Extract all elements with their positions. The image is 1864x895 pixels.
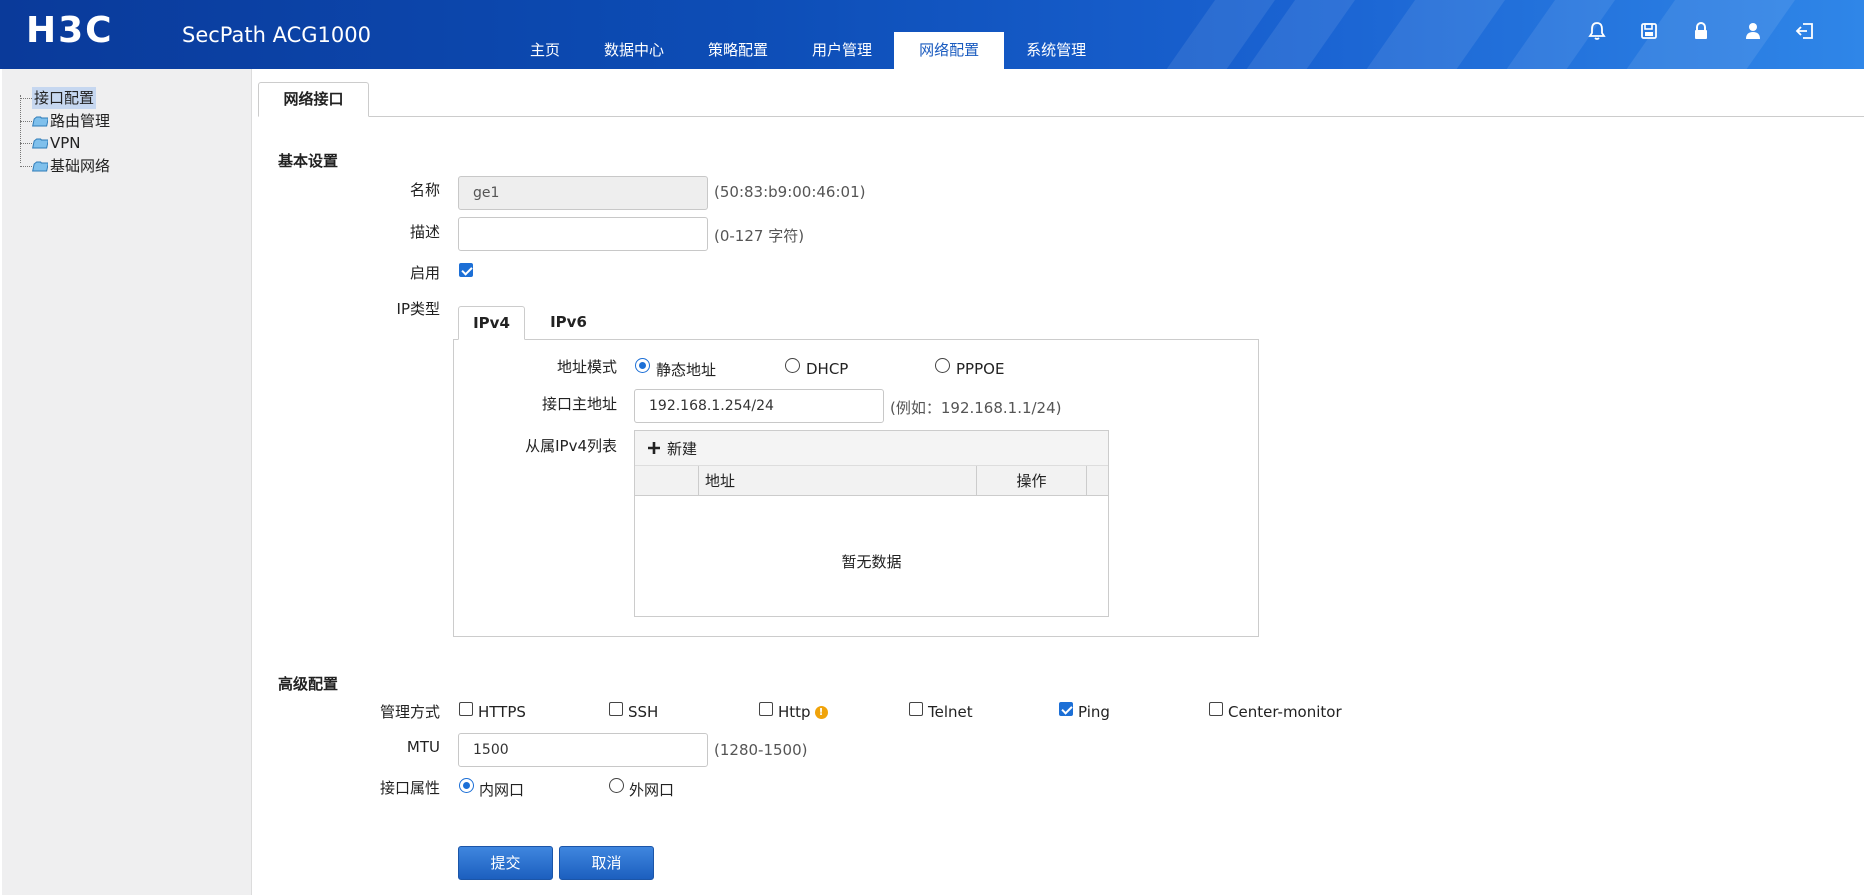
ssh-label: SSH bbox=[628, 703, 659, 721]
svg-text:H3C: H3C bbox=[26, 12, 114, 46]
primary-address-field[interactable]: 192.168.1.254/24 bbox=[634, 389, 884, 423]
folder-icon bbox=[32, 138, 48, 149]
pppoe-radio[interactable] bbox=[935, 358, 950, 373]
content-tabbar: 网络接口 bbox=[258, 82, 1864, 117]
nav-tree: 接口配置 路由管理 VPN 基础网络 bbox=[20, 87, 110, 177]
plus-icon bbox=[648, 442, 660, 454]
http-checkbox[interactable] bbox=[759, 702, 773, 716]
tree-item-vpn[interactable]: VPN bbox=[20, 132, 110, 155]
mtu-label: MTU bbox=[406, 738, 440, 756]
cancel-button[interactable]: 取消 bbox=[559, 846, 654, 880]
submit-button[interactable]: 提交 bbox=[458, 846, 553, 880]
telnet-checkbox[interactable] bbox=[909, 702, 923, 716]
table-header: 地址 操作 bbox=[635, 466, 1108, 496]
tree-item-label: 路由管理 bbox=[50, 111, 111, 130]
description-field[interactable] bbox=[458, 217, 708, 251]
top-header: H3C SecPath ACG1000 主页 数据中心 策略配置 用户管理 网络… bbox=[0, 0, 1864, 69]
tab-network-interface[interactable]: 网络接口 bbox=[258, 82, 369, 117]
secondary-ipv4-table: 新建 地址 操作 暂无数据 bbox=[634, 430, 1109, 617]
save-icon[interactable] bbox=[1638, 20, 1660, 42]
logout-icon[interactable] bbox=[1794, 20, 1816, 42]
table-toolbar: 新建 bbox=[635, 431, 1108, 466]
tab-ipv4[interactable]: IPv4 bbox=[458, 306, 525, 340]
lock-icon[interactable] bbox=[1690, 20, 1712, 42]
nav-policy-config[interactable]: 策略配置 bbox=[686, 32, 790, 69]
ping-checkbox[interactable] bbox=[1059, 702, 1073, 716]
address-mode-label: 地址模式 bbox=[556, 358, 617, 376]
center-monitor-checkbox[interactable] bbox=[1209, 702, 1223, 716]
internal-port-radio[interactable] bbox=[459, 778, 474, 793]
folder-icon bbox=[32, 116, 48, 127]
nav-system-management[interactable]: 系统管理 bbox=[1004, 32, 1108, 69]
product-name: SecPath ACG1000 bbox=[182, 23, 371, 47]
dhcp-radio[interactable] bbox=[785, 358, 800, 373]
enable-label: 启用 bbox=[409, 264, 440, 282]
tree-item-interface-config[interactable]: 接口配置 bbox=[20, 87, 110, 110]
mtu-field[interactable]: 1500 bbox=[458, 733, 708, 767]
external-port-radio[interactable] bbox=[609, 778, 624, 793]
primary-address-hint: (例如：192.168.1.1/24) bbox=[890, 399, 1062, 417]
sidebar: 接口配置 路由管理 VPN 基础网络 bbox=[2, 69, 252, 895]
http-label: Http bbox=[778, 703, 811, 721]
mtu-hint: (1280-1500) bbox=[714, 741, 808, 759]
main-nav: 主页 数据中心 策略配置 用户管理 网络配置 系统管理 bbox=[508, 32, 1108, 69]
http-option: Http! bbox=[778, 703, 828, 721]
enable-checkbox[interactable] bbox=[459, 263, 473, 277]
pppoe-label: PPPOE bbox=[956, 360, 1005, 378]
warning-icon[interactable]: ! bbox=[814, 706, 828, 719]
new-button[interactable]: 新建 bbox=[647, 438, 697, 459]
static-address-radio[interactable] bbox=[635, 358, 650, 373]
description-label: 描述 bbox=[409, 223, 440, 241]
empty-placeholder: 暂无数据 bbox=[841, 553, 902, 571]
ping-label: Ping bbox=[1078, 703, 1110, 721]
secondary-list-label: 从属IPv4列表 bbox=[525, 437, 617, 455]
dhcp-label: DHCP bbox=[806, 360, 849, 378]
https-label: HTTPS bbox=[478, 703, 526, 721]
primary-address-label: 接口主地址 bbox=[541, 395, 617, 413]
ssh-checkbox[interactable] bbox=[609, 702, 623, 716]
name-field: ge1 bbox=[458, 176, 708, 210]
internal-port-label: 内网口 bbox=[479, 781, 525, 799]
tree-item-label: 基础网络 bbox=[50, 156, 111, 175]
static-address-label: 静态地址 bbox=[656, 361, 717, 379]
h3c-logo: H3C bbox=[26, 12, 114, 46]
tree-item-basic-network[interactable]: 基础网络 bbox=[20, 155, 110, 178]
mac-hint: (50:83:b9:00:46:01) bbox=[714, 183, 866, 201]
interface-attribute-label: 接口属性 bbox=[379, 779, 440, 797]
telnet-label: Telnet bbox=[928, 703, 973, 721]
advanced-settings-title: 高级配置 bbox=[278, 675, 339, 693]
nav-data-center[interactable]: 数据中心 bbox=[582, 32, 686, 69]
bell-icon[interactable] bbox=[1586, 20, 1608, 42]
management-label: 管理方式 bbox=[379, 703, 440, 721]
center-monitor-label: Center-monitor bbox=[1228, 703, 1342, 721]
checkbox-column bbox=[635, 466, 699, 496]
name-label: 名称 bbox=[409, 181, 440, 199]
external-port-label: 外网口 bbox=[629, 781, 675, 799]
tree-item-label: 接口配置 bbox=[32, 87, 97, 110]
user-icon[interactable] bbox=[1742, 20, 1764, 42]
tree-item-route-management[interactable]: 路由管理 bbox=[20, 110, 110, 133]
action-column-header: 操作 bbox=[977, 466, 1087, 496]
https-checkbox[interactable] bbox=[459, 702, 473, 716]
tab-ipv6[interactable]: IPv6 bbox=[535, 306, 602, 340]
basic-settings-title: 基本设置 bbox=[278, 152, 339, 170]
folder-icon bbox=[32, 161, 48, 172]
nav-network-config[interactable]: 网络配置 bbox=[894, 32, 1005, 69]
address-column-header: 地址 bbox=[699, 466, 977, 496]
nav-user-management[interactable]: 用户管理 bbox=[790, 32, 894, 69]
tree-item-label: VPN bbox=[50, 134, 81, 153]
ip-type-label: IP类型 bbox=[396, 300, 440, 318]
description-hint: (0-127 字符) bbox=[714, 227, 805, 245]
new-button-label: 新建 bbox=[667, 439, 698, 458]
nav-home[interactable]: 主页 bbox=[508, 32, 582, 69]
